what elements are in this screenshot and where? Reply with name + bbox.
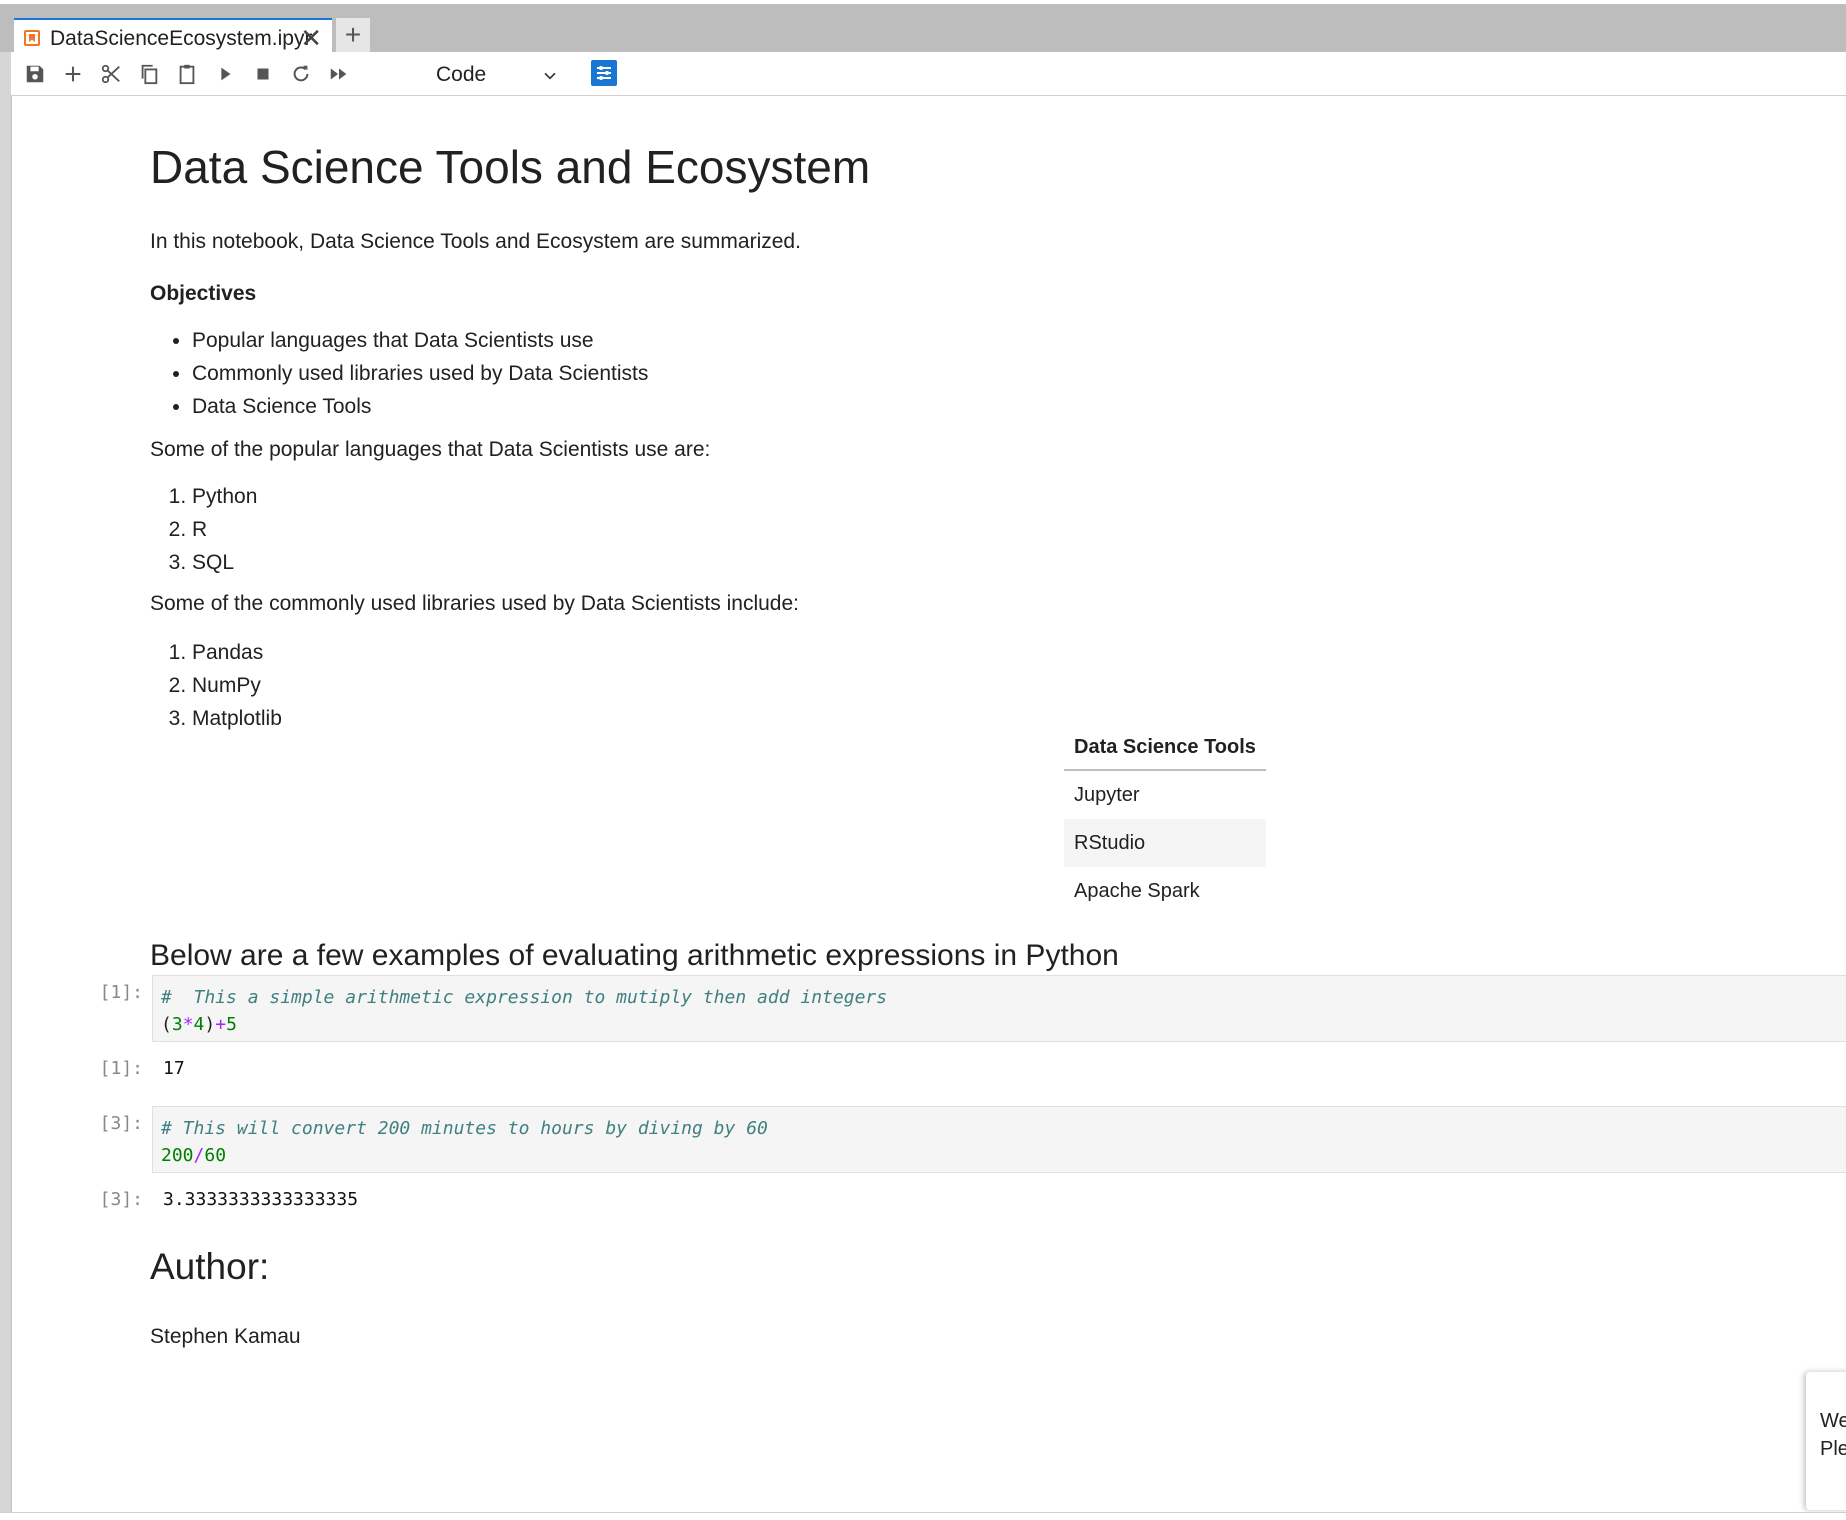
code-cell[interactable]: # This will convert 200 minutes to hours… — [152, 1106, 1846, 1173]
toast-line: We — [1820, 1410, 1846, 1432]
chevron-down-icon — [540, 61, 560, 97]
intro-text: In this notebook, Data Science Tools and… — [150, 230, 801, 253]
new-tab-button[interactable]: + — [336, 18, 370, 54]
save-icon[interactable] — [21, 60, 49, 88]
notebook-panel: Data Science Tools and Ecosystem In this… — [11, 96, 1846, 1519]
notebook-tab[interactable]: DataScienceEcosystem.ipynb ✕ — [14, 18, 332, 56]
tab-title: DataScienceEcosystem.ipynb — [50, 27, 312, 50]
list-item: R — [192, 513, 257, 546]
author-heading: Author: — [150, 1246, 270, 1287]
objectives-list: Popular languages that Data Scientists u… — [150, 324, 648, 423]
cell-output: 3.3333333333333335 — [163, 1189, 359, 1210]
languages-list: Python R SQL — [150, 480, 257, 579]
list-item: SQL — [192, 546, 257, 579]
list-item: Popular languages that Data Scientists u… — [192, 324, 648, 357]
output-prompt: [1]: — [99, 1058, 143, 1079]
stop-icon[interactable] — [249, 60, 277, 88]
libraries-intro: Some of the commonly used libraries used… — [150, 592, 799, 615]
table-header: Data Science Tools — [1064, 726, 1266, 771]
cell-type-value: Code — [436, 63, 487, 86]
table-cell: Jupyter — [1074, 783, 1140, 806]
list-item: Matplotlib — [192, 702, 282, 735]
code-cell[interactable]: # This a simple arithmetic expression to… — [152, 975, 1846, 1042]
restart-icon[interactable] — [287, 60, 315, 88]
run-all-icon[interactable] — [325, 60, 353, 88]
tab-bar: DataScienceEcosystem.ipynb ✕ + — [0, 4, 1846, 56]
code-line: 200/60 — [161, 1145, 227, 1166]
code-comment: # This will convert 200 minutes to hours… — [161, 1118, 768, 1139]
copy-icon[interactable] — [135, 60, 163, 88]
notification-toast[interactable]: We Ple — [1806, 1372, 1846, 1510]
cell-type-select[interactable]: Code — [436, 61, 566, 89]
close-icon[interactable]: ✕ — [300, 23, 322, 53]
libraries-list: Pandas NumPy Matplotlib — [150, 636, 282, 735]
input-prompt: [3]: — [99, 1113, 143, 1134]
input-prompt: [1]: — [99, 982, 143, 1003]
property-inspector-icon[interactable] — [591, 60, 617, 86]
add-cell-icon[interactable] — [59, 60, 87, 88]
objectives-heading: Objectives — [150, 282, 257, 305]
list-item: Data Science Tools — [192, 390, 648, 423]
table-cell: RStudio — [1064, 819, 1266, 867]
list-item: Pandas — [192, 636, 282, 669]
tools-table: Data Science Tools Jupyter RStudio Apach… — [1064, 726, 1266, 915]
list-item: Commonly used libraries used by Data Sci… — [192, 357, 648, 390]
notebook-toolbar: Code — [11, 52, 1846, 96]
code-comment: # This a simple arithmetic expression to… — [161, 987, 888, 1008]
output-prompt: [3]: — [99, 1189, 143, 1210]
code-line: (3*4)+5 — [161, 1014, 237, 1035]
list-item: NumPy — [192, 669, 282, 702]
run-icon[interactable] — [211, 60, 239, 88]
cut-icon[interactable] — [97, 60, 125, 88]
list-item: Python — [192, 480, 257, 513]
notebook-icon — [24, 30, 40, 46]
notebook-title: Data Science Tools and Ecosystem — [150, 141, 871, 193]
cell-output: 17 — [163, 1058, 185, 1079]
languages-intro: Some of the popular languages that Data … — [150, 438, 711, 461]
author-name: Stephen Kamau — [150, 1325, 301, 1348]
toast-line: Ple — [1820, 1438, 1846, 1460]
paste-icon[interactable] — [173, 60, 201, 88]
table-cell: Apache Spark — [1074, 879, 1200, 902]
examples-heading: Below are a few examples of evaluating a… — [150, 939, 1119, 972]
